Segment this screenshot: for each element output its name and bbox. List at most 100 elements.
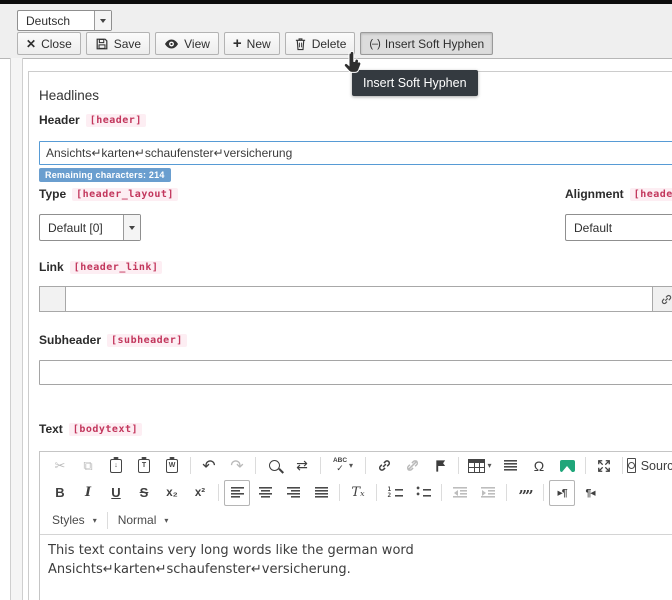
replace-icon: ⇄ (296, 457, 308, 474)
find-button[interactable] (261, 453, 287, 479)
omega-icon: Ω (534, 458, 544, 474)
chevron-down-icon: ▾ (349, 461, 353, 470)
trash-icon (294, 37, 307, 51)
chevron-down-icon: ▾ (487, 461, 491, 470)
image-icon (560, 460, 575, 472)
save-icon (95, 37, 109, 51)
new-label: New (247, 37, 271, 51)
header-field-label: Header [header] (39, 113, 146, 127)
subheader-input[interactable] (39, 360, 672, 385)
chevron-down-icon: ▾ (164, 516, 168, 525)
toolbar-separator (441, 484, 442, 501)
toolbar-separator (107, 512, 108, 529)
blockquote-button[interactable]: ”” (512, 480, 538, 506)
save-button[interactable]: Save (86, 32, 150, 55)
chevron-down-icon (123, 215, 140, 240)
chevron-down-icon (94, 11, 111, 30)
new-button[interactable]: + New (224, 32, 280, 55)
blockquote-icon: ”” (518, 486, 531, 500)
insert-soft-hyphen-button[interactable]: (–) Insert Soft Hyphen (360, 32, 493, 55)
align-center-button[interactable] (252, 480, 278, 506)
search-icon (269, 460, 280, 471)
align-right-button[interactable] (280, 480, 306, 506)
header-input[interactable] (39, 141, 672, 165)
link-input[interactable] (65, 286, 653, 312)
format-dropdown-label: Normal (118, 513, 157, 527)
outdent-button[interactable] (447, 480, 473, 506)
rte-content-area[interactable]: This text contains very long words like … (40, 535, 672, 587)
subscript-icon: x₂ (166, 487, 178, 499)
view-label: View (184, 37, 210, 51)
copy-button[interactable]: ⧉ (75, 453, 101, 479)
link-wizard-icon (660, 293, 672, 306)
toolbar-separator (543, 484, 544, 501)
replace-button[interactable]: ⇄ (289, 453, 315, 479)
indent-icon (481, 487, 495, 498)
language-select[interactable]: Deutsch (17, 10, 112, 31)
subscript-button[interactable]: x₂ (159, 480, 185, 506)
bullet-list-button[interactable] (410, 480, 436, 506)
superscript-button[interactable]: x² (187, 480, 213, 506)
styles-dropdown[interactable]: Styles ▾ (46, 508, 103, 532)
view-button[interactable]: View (155, 32, 219, 55)
insert-image-button[interactable] (554, 453, 580, 479)
type-select[interactable]: Default [0] (39, 214, 141, 241)
type-code-label: [header_layout] (72, 188, 178, 201)
special-char-button[interactable]: Ω (526, 453, 552, 479)
eye-icon (164, 38, 179, 50)
align-left-button[interactable] (224, 480, 250, 506)
paste-as-text-button[interactable]: T (131, 453, 157, 479)
alignment-code-label: [header_p (630, 188, 672, 201)
subheader-code-label: [subheader] (107, 334, 187, 347)
paste-button[interactable]: ↓ (103, 453, 129, 479)
horizontal-rule-button[interactable] (498, 453, 524, 479)
link-label-text: Link (39, 260, 64, 274)
header-label-text: Header (39, 113, 80, 127)
italic-icon: I (85, 485, 91, 500)
insert-soft-hyphen-tooltip: Insert Soft Hyphen (352, 70, 478, 96)
rte-toolbar-row-2: B I U S x₂ x² Tₓ ”” (40, 479, 672, 506)
table-icon (468, 459, 485, 473)
toolbar-separator (190, 457, 191, 474)
hand-pointer-icon (341, 51, 363, 77)
redo-button[interactable]: ↷ (224, 453, 250, 479)
italic-button[interactable]: I (75, 480, 101, 506)
text-direction-rtl-button[interactable]: ¶◂ (577, 480, 603, 506)
align-justify-button[interactable] (308, 480, 334, 506)
close-icon: ✕ (26, 37, 36, 51)
maximize-button[interactable] (591, 453, 617, 479)
maximize-icon (597, 459, 611, 473)
ordered-list-button[interactable] (382, 480, 408, 506)
link-browser-button[interactable] (653, 286, 672, 312)
underline-button[interactable]: U (103, 480, 129, 506)
format-dropdown[interactable]: Normal ▾ (112, 508, 175, 532)
paste-from-word-button[interactable]: W (159, 453, 185, 479)
align-left-icon (231, 487, 244, 498)
unlink-button[interactable] (399, 453, 425, 479)
content-element-form: Headlines Header [header] Remaining char… (28, 71, 672, 600)
undo-button[interactable]: ↶ (196, 453, 222, 479)
table-button[interactable]: ▾ (464, 453, 496, 479)
paste-text-icon: T (138, 459, 150, 473)
cut-button[interactable]: ✂ (47, 453, 73, 479)
strikethrough-button[interactable]: S (131, 480, 157, 506)
insert-link-button[interactable] (371, 453, 397, 479)
close-button[interactable]: ✕ Close (17, 32, 81, 55)
source-button[interactable]: Source (628, 453, 672, 479)
anchor-button[interactable] (427, 453, 453, 479)
text-direction-ltr-button[interactable]: ▸¶ (549, 480, 575, 506)
paste-icon: ↓ (110, 459, 122, 473)
bold-button[interactable]: B (47, 480, 73, 506)
ordered-list-icon (388, 487, 403, 499)
undo-icon: ↶ (202, 456, 215, 476)
save-label: Save (114, 37, 141, 51)
remove-format-icon: Tₓ (351, 485, 364, 500)
link-icon-placeholder (39, 286, 65, 312)
toolbar-separator (218, 484, 219, 501)
remove-format-button[interactable]: Tₓ (345, 480, 371, 506)
spellcheck-button[interactable]: ABC ✓ ▾ (326, 453, 360, 479)
alignment-label-text: Alignment (565, 187, 624, 201)
indent-button[interactable] (475, 480, 501, 506)
alignment-select[interactable]: Default (565, 214, 672, 241)
rte-toolbar-row-1: ✂ ⧉ ↓ T W ↶ ↷ ⇄ ABC ✓ ▾ (40, 452, 672, 479)
